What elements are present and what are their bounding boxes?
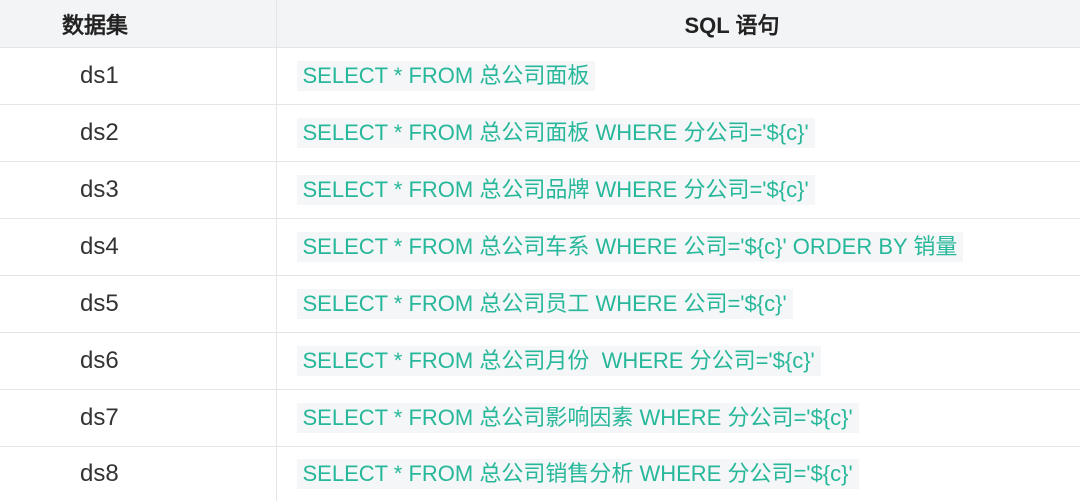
table-row: ds2 SELECT * FROM 总公司面板 WHERE 分公司='${c}' bbox=[0, 104, 1080, 162]
header-sql: SQL 语句 bbox=[276, 0, 1080, 48]
sql-cell: SELECT * FROM 总公司影响因素 WHERE 分公司='${c}' bbox=[276, 389, 1080, 447]
dataset-cell: ds4 bbox=[0, 218, 277, 276]
sql-cell: SELECT * FROM 总公司品牌 WHERE 分公司='${c}' bbox=[276, 161, 1080, 219]
sql-code: SELECT * FROM 总公司面板 WHERE 分公司='${c}' bbox=[296, 118, 815, 148]
sql-code: SELECT * FROM 总公司面板 bbox=[296, 61, 596, 91]
table-row: ds7 SELECT * FROM 总公司影响因素 WHERE 分公司='${c… bbox=[0, 389, 1080, 447]
sql-code: SELECT * FROM 总公司月份 WHERE 分公司='${c}' bbox=[296, 346, 821, 376]
sql-cell: SELECT * FROM 总公司面板 bbox=[276, 47, 1080, 105]
dataset-cell: ds6 bbox=[0, 332, 277, 390]
sql-cell: SELECT * FROM 总公司销售分析 WHERE 分公司='${c}' bbox=[276, 447, 1080, 501]
table-header: 数据集 SQL 语句 bbox=[0, 0, 1080, 48]
sql-code: SELECT * FROM 总公司影响因素 WHERE 分公司='${c}' bbox=[296, 403, 859, 433]
sql-code: SELECT * FROM 总公司员工 WHERE 公司='${c}' bbox=[296, 289, 793, 319]
table-row: ds4 SELECT * FROM 总公司车系 WHERE 公司='${c}' … bbox=[0, 218, 1080, 276]
dataset-cell: ds7 bbox=[0, 389, 277, 447]
sql-cell: SELECT * FROM 总公司面板 WHERE 分公司='${c}' bbox=[276, 104, 1080, 162]
dataset-cell: ds2 bbox=[0, 104, 277, 162]
sql-code: SELECT * FROM 总公司销售分析 WHERE 分公司='${c}' bbox=[296, 459, 859, 489]
table-row: ds3 SELECT * FROM 总公司品牌 WHERE 分公司='${c}' bbox=[0, 161, 1080, 219]
sql-cell: SELECT * FROM 总公司员工 WHERE 公司='${c}' bbox=[276, 275, 1080, 333]
dataset-cell: ds1 bbox=[0, 47, 277, 105]
sql-cell: SELECT * FROM 总公司月份 WHERE 分公司='${c}' bbox=[276, 332, 1080, 390]
table-row: ds8 SELECT * FROM 总公司销售分析 WHERE 分公司='${c… bbox=[0, 446, 1080, 501]
sql-code: SELECT * FROM 总公司品牌 WHERE 分公司='${c}' bbox=[296, 175, 815, 205]
table-row: ds1 SELECT * FROM 总公司面板 bbox=[0, 47, 1080, 105]
sql-code: SELECT * FROM 总公司车系 WHERE 公司='${c}' ORDE… bbox=[296, 232, 964, 262]
dataset-cell: ds5 bbox=[0, 275, 277, 333]
dataset-sql-table: 数据集 SQL 语句 ds1 SELECT * FROM 总公司面板 ds2 S… bbox=[0, 0, 1080, 501]
header-row: 数据集 SQL 语句 bbox=[0, 0, 1080, 48]
table-row: ds5 SELECT * FROM 总公司员工 WHERE 公司='${c}' bbox=[0, 275, 1080, 333]
table-body: ds1 SELECT * FROM 总公司面板 ds2 SELECT * FRO… bbox=[0, 47, 1080, 501]
sql-cell: SELECT * FROM 总公司车系 WHERE 公司='${c}' ORDE… bbox=[276, 218, 1080, 276]
dataset-cell: ds8 bbox=[0, 446, 277, 501]
table-row: ds6 SELECT * FROM 总公司月份 WHERE 分公司='${c}' bbox=[0, 332, 1080, 390]
header-dataset: 数据集 bbox=[0, 0, 277, 48]
dataset-cell: ds3 bbox=[0, 161, 277, 219]
